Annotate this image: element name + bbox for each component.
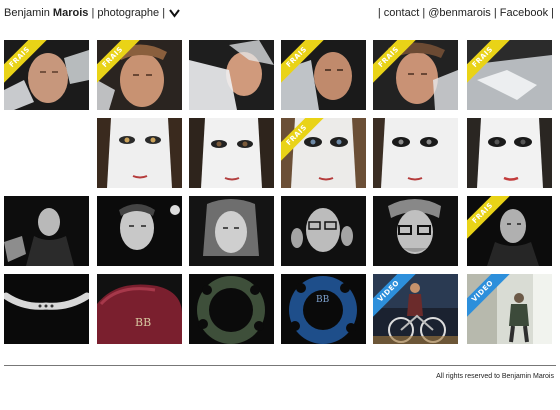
first-name: Benjamin (4, 7, 50, 19)
nav-twitter-link[interactable]: @benmarois (428, 7, 491, 19)
nav-links: | contact | @benmarois | Facebook | (378, 5, 554, 21)
thumbnail[interactable]: FRAIS (4, 40, 89, 110)
thumbnail[interactable] (373, 196, 458, 266)
separator: | (91, 7, 95, 19)
thumbnail[interactable]: FRAIS (467, 196, 552, 266)
role-link[interactable]: photographe (97, 7, 159, 19)
thumbnail[interactable] (189, 118, 274, 188)
thumbnail[interactable] (189, 40, 274, 110)
thumbnail[interactable] (467, 118, 552, 188)
thumbnail[interactable] (97, 196, 182, 266)
footer-copyright: All rights reserved to Benjamin Marois (436, 373, 554, 380)
thumbnail[interactable] (4, 196, 89, 266)
nav-facebook-link[interactable]: Facebook (500, 7, 548, 19)
thumbnail[interactable]: BB (281, 274, 366, 344)
thumbnail[interactable] (4, 274, 89, 344)
thumbnail[interactable] (189, 274, 274, 344)
photo-grid: FRAIS FRAIS FRAIS FRAIS FRAIS FRAIS FRAI… (4, 40, 556, 344)
separator: | (551, 7, 554, 19)
nav-contact-link[interactable]: contact (384, 7, 419, 19)
thumbnail[interactable] (189, 196, 274, 266)
video-thumbnail[interactable]: VIDEO (373, 274, 458, 344)
chevron-down-icon[interactable] (169, 8, 180, 18)
thumbnail[interactable] (97, 118, 182, 188)
thumbnail[interactable]: FRAIS (281, 40, 366, 110)
separator: | (422, 7, 426, 19)
thumbnail[interactable]: FRAIS (467, 40, 552, 110)
thumbnail[interactable]: FRAIS (373, 40, 458, 110)
svg-text:BB: BB (316, 295, 330, 305)
last-name: Marois (52, 7, 89, 19)
thumbnail[interactable]: BB (97, 274, 182, 344)
thumbnail[interactable] (373, 118, 458, 188)
separator: | (493, 7, 497, 19)
thumbnail[interactable]: FRAIS (281, 118, 366, 188)
footer-divider (4, 365, 556, 366)
svg-text:BB: BB (135, 316, 151, 329)
site-title-link[interactable]: Benjamin Marois (4, 7, 88, 19)
separator: | (162, 7, 166, 19)
video-thumbnail[interactable]: VIDEO (467, 274, 552, 344)
thumbnail[interactable]: FRAIS (97, 40, 182, 110)
separator: | (377, 7, 381, 19)
thumbnail[interactable] (281, 196, 366, 266)
site-header: Benjamin Marois | photographe | | contac… (4, 5, 554, 21)
brand: Benjamin Marois | photographe | (4, 5, 180, 21)
